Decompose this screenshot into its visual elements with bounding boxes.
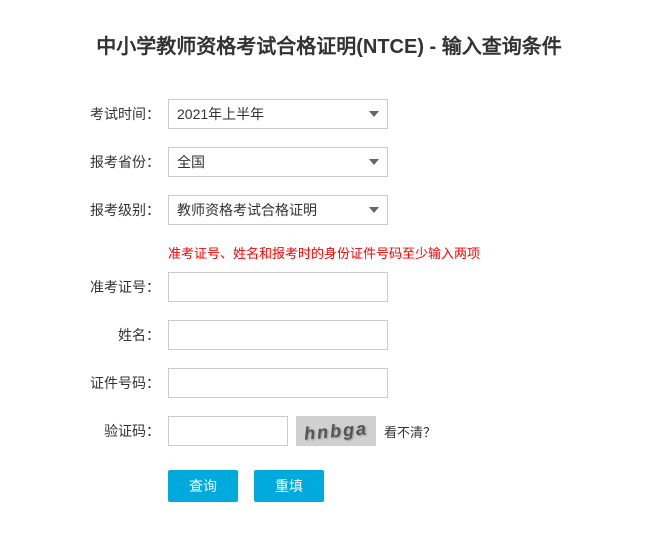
exam-time-label: 考试时间: [80, 104, 160, 124]
exam-time-wrap: 2021年上半年 2021年下半年 2020年上半年: [168, 99, 578, 129]
name-wrap: [168, 320, 578, 350]
button-row: 查询 重填: [168, 470, 578, 502]
form-container: 考试时间 2021年上半年 2021年下半年 2020年上半年 报考省份 全国 …: [0, 99, 658, 502]
name-label: 姓名: [80, 325, 160, 345]
province-select[interactable]: 全国 北京 上海: [168, 147, 388, 177]
id-number-label: 证件号码: [80, 373, 160, 393]
id-number-wrap: [168, 368, 578, 398]
query-button[interactable]: 查询: [168, 470, 238, 502]
exam-time-select[interactable]: 2021年上半年 2021年下半年 2020年上半年: [168, 99, 388, 129]
admit-card-label: 准考证号: [80, 277, 160, 297]
reset-button[interactable]: 重填: [254, 470, 324, 502]
exam-time-row: 考试时间 2021年上半年 2021年下半年 2020年上半年: [80, 99, 578, 129]
page-title: 中小学教师资格考试合格证明(NTCE) - 输入查询条件: [0, 20, 658, 69]
captcha-wrap: hnbga 看不清？: [168, 416, 578, 446]
name-input[interactable]: [168, 320, 388, 350]
id-number-input[interactable]: [168, 368, 388, 398]
category-label: 报考级别: [80, 200, 160, 220]
captcha-row: 验证码 hnbga 看不清？: [80, 416, 578, 446]
category-wrap: 教师资格考试合格证明 其他: [168, 195, 578, 225]
captcha-image[interactable]: hnbga: [296, 416, 376, 446]
category-row: 报考级别 教师资格考试合格证明 其他: [80, 195, 578, 225]
admit-card-input[interactable]: [168, 272, 388, 302]
name-row: 姓名: [80, 320, 578, 350]
category-select[interactable]: 教师资格考试合格证明 其他: [168, 195, 388, 225]
captcha-input[interactable]: [168, 416, 288, 446]
page-container: 中小学教师资格考试合格证明(NTCE) - 输入查询条件 考试时间 2021年上…: [0, 0, 658, 544]
error-message: 准考证号、姓名和报考时的身份证件号码至少输入两项: [168, 243, 578, 262]
province-row: 报考省份 全国 北京 上海: [80, 147, 578, 177]
captcha-label: 验证码: [80, 421, 160, 441]
captcha-refresh[interactable]: 看不清？: [384, 422, 436, 441]
province-wrap: 全国 北京 上海: [168, 147, 578, 177]
captcha-text: hnbga: [303, 418, 369, 444]
id-number-row: 证件号码: [80, 368, 578, 398]
admit-card-row: 准考证号: [80, 272, 578, 302]
captcha-controls: hnbga 看不清？: [168, 416, 578, 446]
province-label: 报考省份: [80, 152, 160, 172]
admit-card-wrap: [168, 272, 578, 302]
